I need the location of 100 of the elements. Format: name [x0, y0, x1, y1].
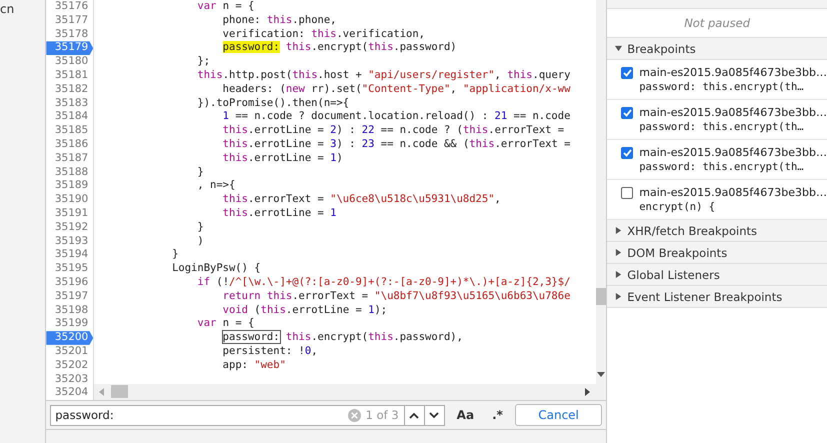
expanded-triangle-icon	[615, 45, 622, 52]
code-line: LoginByPsw() {	[171, 262, 262, 276]
section-header[interactable]: Event Listener Breakpoints	[607, 286, 827, 308]
code-line: persistent: !0,	[222, 344, 319, 359]
line-number[interactable]: 35182	[46, 82, 94, 97]
search-field[interactable]: password: 1 of 3	[50, 404, 445, 426]
breakpoint-code: password: this.encrypt(th…	[639, 81, 805, 93]
line-number[interactable]: 35194	[46, 248, 94, 262]
line-number[interactable]: 35176	[46, 0, 94, 14]
breakpoint-line-number[interactable]: 35200	[46, 331, 94, 345]
code-line: }).toPromise().then(n=>{	[196, 96, 350, 110]
line-number[interactable]: 35192	[46, 220, 94, 235]
line-number[interactable]: 35186	[46, 138, 94, 152]
line-number[interactable]: 35183	[46, 96, 94, 110]
scrollbar-thumb[interactable]	[111, 385, 128, 398]
chevron-up-icon	[409, 412, 420, 418]
breakpoint-code: password: this.encrypt(th…	[639, 121, 805, 133]
code-line: var n = {	[196, 317, 256, 332]
line-number[interactable]: 35180	[46, 55, 94, 69]
line-number[interactable]: 35195	[46, 262, 94, 276]
line-number[interactable]: 35181	[46, 68, 94, 83]
breakpoint-file[interactable]: main-es2015.9a085f4673be3bb…	[639, 106, 827, 119]
breakpoint-code: password: this.encrypt(th…	[639, 161, 805, 173]
line-number[interactable]: 35189	[46, 179, 94, 194]
code-line: this.errotLine = 2) : 22 == n.code ? (this.errorText =	[222, 124, 566, 138]
section-title: Global Listeners	[627, 268, 720, 282]
code-line: phone: this.phone,	[222, 14, 338, 28]
breakpoint-code: encrypt(n) {	[639, 201, 716, 213]
section-title: Event Listener Breakpoints	[627, 290, 782, 304]
vertical-scrollbar[interactable]	[596, 0, 606, 400]
line-number[interactable]: 35191	[46, 206, 94, 221]
navigator-item[interactable]: cn	[0, 2, 14, 16]
code-line: headers: (new rr).set("Content-Type", "application/x-ww	[222, 82, 572, 97]
line-number[interactable]: 35201	[46, 344, 94, 359]
section-header[interactable]: DOM Breakpoints	[607, 242, 827, 264]
cancel-button[interactable]: Cancel	[514, 404, 602, 426]
section-header[interactable]: Breakpoints	[607, 38, 827, 60]
collapsed-triangle-icon	[615, 293, 622, 300]
code-line: password: this.encrypt(this.password)	[222, 41, 458, 56]
line-number[interactable]: 35187	[46, 152, 94, 166]
scroll-down-arrow-icon[interactable]	[597, 372, 606, 378]
checkmark-icon	[622, 109, 632, 117]
code-line: verification: this.verification,	[222, 28, 426, 42]
code-line: password: this.encrypt(this.password),	[222, 331, 464, 345]
line-number[interactable]: 35196	[46, 276, 94, 290]
code-line: }	[196, 166, 205, 180]
code-line: this.errotLine = 3) : 23 == n.code && (this.errorText =	[222, 138, 572, 152]
chevron-down-icon	[429, 412, 440, 418]
breakpoint-checkbox[interactable]	[621, 187, 634, 199]
breakpoint-file[interactable]: main-es2015.9a085f4673be3bb…	[639, 146, 827, 159]
code-line: 1 == n.code ? document.location.reload() : 21 == n.code	[222, 110, 572, 124]
line-number[interactable]: 35190	[46, 193, 94, 207]
code-line: this.http.post(this.host + "api/users/register", this.query	[196, 68, 572, 83]
code-line: return this.errorText = "\u8bf7\u8f93\u5165\u6b63\u786e	[222, 290, 572, 304]
collapsed-triangle-icon	[615, 271, 622, 278]
collapsed-triangle-icon	[615, 227, 622, 234]
line-number[interactable]: 35199	[46, 317, 94, 332]
section-title: XHR/fetch Breakpoints	[627, 224, 757, 238]
collapsed-triangle-icon	[615, 249, 622, 256]
scroll-right-arrow-icon[interactable]	[585, 388, 590, 396]
code-line: , n=>{	[196, 179, 236, 194]
breakpoint-checkbox[interactable]	[621, 107, 634, 119]
section-title: Breakpoints	[627, 42, 696, 56]
code-line: var n = {	[196, 0, 256, 14]
code-line: this.errorText = "\u6ce8\u518c\u5931\u8d25",	[222, 193, 502, 207]
section-header[interactable]: Global Listeners	[607, 264, 827, 286]
line-number[interactable]: 35184	[46, 110, 94, 124]
line-number[interactable]: 35188	[46, 166, 94, 180]
line-number[interactable]: 35193	[46, 234, 94, 248]
code-line: app: "web"	[222, 358, 287, 373]
search-input[interactable]: password:	[51, 408, 348, 422]
code-line: void (this.errotLine = 1);	[222, 304, 388, 318]
regex-toggle[interactable]: .*	[486, 408, 509, 422]
match-count: 1 of 3	[364, 408, 400, 422]
line-number[interactable]: 35185	[46, 124, 94, 138]
breakpoint-file[interactable]: main-es2015.9a085f4673be3bb…	[639, 186, 827, 199]
breakpoint-line-number[interactable]: 35179	[46, 41, 94, 56]
code-line: this.errotLine = 1	[222, 206, 338, 221]
breakpoint-checkbox[interactable]	[621, 147, 634, 159]
line-number[interactable]: 35202	[46, 358, 94, 373]
line-number[interactable]: 35197	[46, 290, 94, 304]
code-line: if (!/^[\w.\-]+@(?:[a-z0-9]+(?:-[a-z0-9]+)*\.)+[a-z]{2,3}$/	[196, 276, 572, 290]
breakpoint-checkbox[interactable]	[621, 67, 634, 79]
breakpoint-file[interactable]: main-es2015.9a085f4673be3bb…	[639, 66, 827, 79]
section-title: DOM Breakpoints	[627, 246, 728, 260]
code-line: };	[196, 55, 212, 69]
section-header[interactable]: XHR/fetch Breakpoints	[607, 220, 827, 242]
line-number[interactable]: 35203	[46, 372, 94, 386]
checkmark-icon	[622, 149, 632, 157]
horizontal-scrollbar[interactable]	[94, 384, 596, 400]
scrollbar-thumb[interactable]	[596, 288, 606, 305]
code-line: }	[171, 248, 180, 262]
match-case-toggle[interactable]: Aa	[450, 408, 480, 422]
line-number[interactable]: 35177	[46, 14, 94, 28]
line-number[interactable]: 35198	[46, 304, 94, 318]
code-line: }	[196, 220, 205, 235]
code-line: )	[196, 234, 205, 248]
checkmark-icon	[622, 69, 632, 77]
line-number[interactable]: 35178	[46, 28, 94, 42]
line-number[interactable]: 35204	[46, 386, 94, 400]
